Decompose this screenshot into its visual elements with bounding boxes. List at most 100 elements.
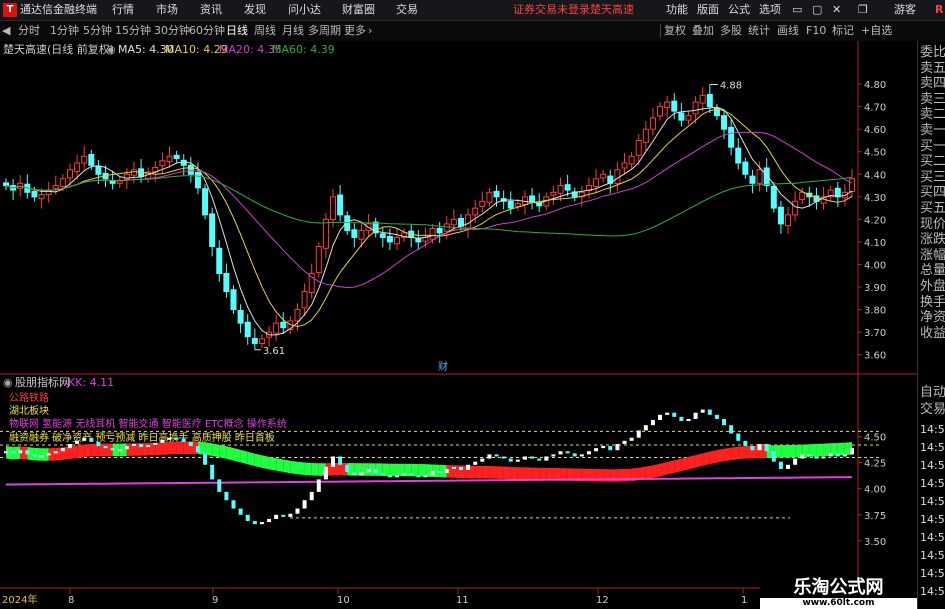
- indicator-bar: [586, 451, 591, 455]
- candle-body: [493, 190, 500, 198]
- quote-label[interactable]: 买一: [920, 139, 945, 155]
- candle-body: [166, 155, 173, 163]
- period-tab-1min[interactable]: 1分钟: [50, 24, 79, 38]
- btn-overlay[interactable]: 叠加: [692, 24, 714, 38]
- quote-label[interactable]: 现价: [920, 217, 945, 233]
- trend-band-segment: [645, 465, 653, 480]
- trade-login-notice[interactable]: 证券交易未登录: [513, 3, 590, 17]
- ma-toggle-icon[interactable]: ◉: [106, 43, 116, 56]
- finance-marker[interactable]: 财: [438, 360, 448, 373]
- quote-label[interactable]: 卖一: [920, 123, 945, 139]
- menu-options[interactable]: 选项: [759, 3, 781, 17]
- indicator-bar: [331, 456, 336, 467]
- btn-statistics[interactable]: 统计: [748, 24, 770, 38]
- main-y-tick-label: 4.10: [864, 238, 886, 249]
- quote-label[interactable]: 委比: [920, 45, 945, 61]
- menu-layout[interactable]: 版面: [697, 3, 719, 17]
- indicator-bar: [764, 443, 769, 452]
- quote-label[interactable]: 买三: [920, 170, 945, 186]
- period-tab-15min[interactable]: 15分钟: [115, 24, 151, 38]
- indicator-bar: [60, 448, 65, 452]
- menu-formula[interactable]: 公式: [728, 3, 750, 17]
- candle-body: [159, 160, 166, 167]
- quote-label[interactable]: 卖三: [920, 92, 945, 108]
- quote-label[interactable]: 总量: [920, 263, 945, 279]
- quote-label[interactable]: 净资: [920, 310, 945, 326]
- menu-quotes[interactable]: 行情: [112, 3, 134, 17]
- indicator-title: 股朋指标网: [15, 375, 70, 389]
- period-tab-60min[interactable]: 60分钟: [189, 24, 225, 38]
- ind-y-tick-label: 3.50: [864, 537, 886, 548]
- quote-label[interactable]: 卖二: [920, 107, 945, 123]
- guest-label[interactable]: 游客: [894, 3, 916, 17]
- restore-icon[interactable]: ▢: [812, 3, 822, 17]
- quote-label[interactable]: 外盘: [920, 279, 945, 295]
- indicator-bar: [473, 461, 478, 465]
- btn-adjust[interactable]: 复权: [664, 24, 686, 38]
- btn-f10[interactable]: F10: [806, 24, 826, 38]
- menu-discover[interactable]: 发现: [244, 3, 266, 17]
- quote-label[interactable]: 买二: [920, 154, 945, 170]
- period-tab-more[interactable]: 更多: [344, 24, 366, 38]
- indicator-toggle-icon[interactable]: ◉: [3, 376, 13, 389]
- period-tab-weekly[interactable]: 周线: [254, 24, 276, 38]
- period-tab-monthly[interactable]: 月线: [282, 24, 304, 38]
- quote-label[interactable]: 涨跌: [920, 232, 945, 248]
- tag-line: 融资融券 破净资产 预亏预减 昨日高换手 高质押股 昨日首板: [9, 431, 275, 444]
- period-tab-30min[interactable]: 30分钟: [154, 24, 190, 38]
- btn-add-watchlist[interactable]: +自选: [861, 24, 892, 38]
- more-chevron-icon[interactable]: ›: [368, 24, 372, 38]
- quote-label[interactable]: 卖五: [920, 61, 945, 77]
- trend-band-segment: [176, 441, 184, 455]
- indicator-bar: [494, 454, 499, 457]
- menu-wealth[interactable]: 财富圈: [342, 3, 375, 17]
- trend-band-segment: [816, 443, 824, 457]
- period-tab-fenshi[interactable]: 分时: [18, 24, 40, 38]
- indicator-bar: [537, 458, 542, 461]
- indicator-bar: [508, 458, 513, 462]
- indicator-bar: [210, 464, 215, 480]
- trend-band-segment: [489, 466, 497, 479]
- btn-multi-stock[interactable]: 多股: [720, 24, 742, 38]
- close-icon[interactable]: ✕: [832, 3, 841, 17]
- btn-draw[interactable]: 画线: [777, 24, 799, 38]
- candle-body: [849, 178, 855, 192]
- quote-label[interactable]: 涨幅: [920, 248, 945, 264]
- period-toolbar: ◀ 分时 1分钟 5分钟 15分钟 30分钟 60分钟 日线 周线 月线 多周期…: [0, 21, 945, 42]
- indicator-bar: [636, 430, 641, 438]
- quote-label[interactable]: 换手: [920, 295, 945, 311]
- indicator-bar: [835, 453, 840, 457]
- indicator-bar: [373, 468, 378, 474]
- period-tab-daily[interactable]: 日线: [226, 24, 248, 38]
- kline-chart[interactable]: 楚天高速(日线 前复权) ◉ MA5: 4.30 MA10: 4.29 MA20…: [0, 41, 917, 609]
- trend-band-segment: [261, 455, 270, 470]
- auto-trade-label[interactable]: 交易: [920, 402, 945, 418]
- main-y-tick-label: 4.20: [864, 215, 886, 226]
- r-badge-icon: R: [935, 3, 944, 16]
- quote-label[interactable]: 买四: [920, 185, 945, 201]
- quote-label[interactable]: 卖四: [920, 76, 945, 92]
- window-icon[interactable]: ❐: [858, 3, 868, 17]
- indicator-bar: [75, 440, 80, 444]
- menu-market[interactable]: 市场: [156, 3, 178, 17]
- back-icon[interactable]: ◀: [2, 24, 10, 38]
- indicator-bar: [707, 409, 712, 415]
- menu-ask[interactable]: 问小达: [288, 3, 321, 17]
- menu-function[interactable]: 功能: [666, 3, 688, 17]
- indicator-bar: [139, 443, 144, 448]
- candle-body: [187, 164, 194, 175]
- quote-label[interactable]: 买五: [920, 201, 945, 217]
- auto-trade-label[interactable]: 自动: [920, 385, 945, 401]
- minimize-icon[interactable]: ▭: [792, 3, 802, 17]
- indicator-bar: [188, 441, 193, 447]
- period-tab-multi[interactable]: 多周期: [308, 24, 341, 38]
- btn-mark[interactable]: 标记: [832, 24, 854, 38]
- indicator-bar: [409, 473, 414, 476]
- candle-body: [31, 190, 38, 198]
- quote-label[interactable]: 收益: [920, 326, 945, 342]
- period-tab-5min[interactable]: 5分钟: [83, 24, 112, 38]
- candle-body: [180, 159, 187, 166]
- menu-trade[interactable]: 交易: [396, 3, 418, 17]
- menu-news[interactable]: 资讯: [200, 3, 222, 17]
- tick-time: 14:56: [920, 585, 945, 598]
